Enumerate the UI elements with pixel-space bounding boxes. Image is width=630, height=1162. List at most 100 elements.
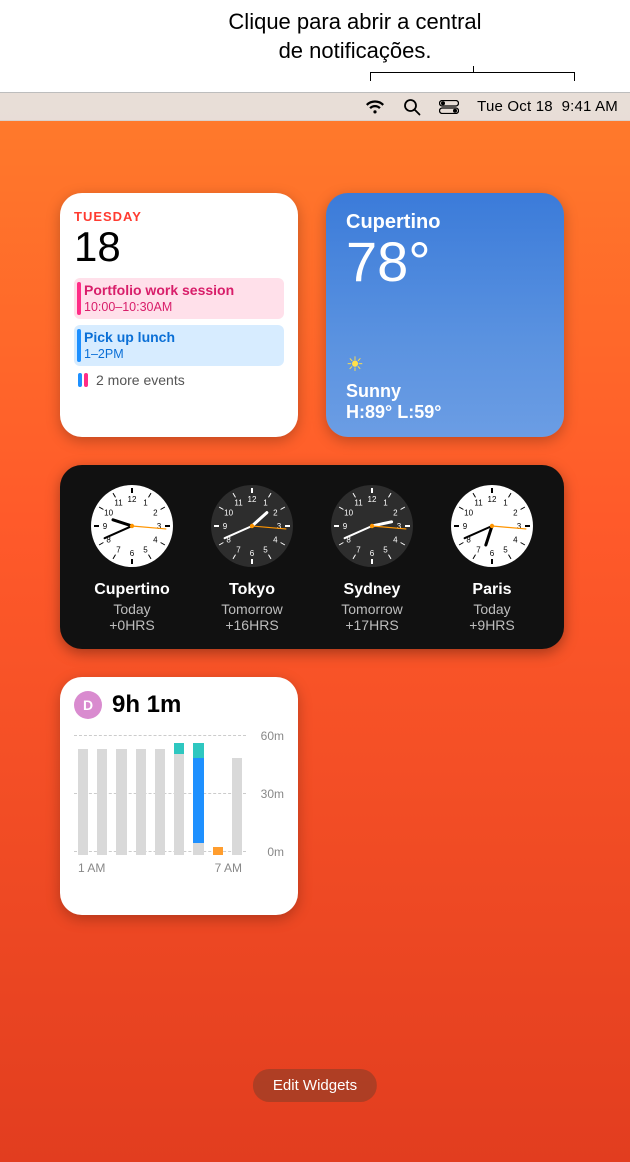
desktop-screen: Tue Oct 18 9:41 AM TUESDAY 18 Portfolio … (0, 92, 630, 1162)
calendar-event-time: 10:00–10:30AM (84, 300, 276, 316)
svg-text:2: 2 (393, 509, 398, 518)
svg-text:2: 2 (513, 509, 518, 518)
clock-face-icon: 123456789101112 (449, 483, 535, 569)
svg-text:9: 9 (463, 522, 468, 531)
svg-text:1: 1 (383, 499, 388, 508)
clock-city: Paris (472, 581, 511, 599)
clock-face-icon: 123456789101112 (209, 483, 295, 569)
screentime-bar (78, 749, 88, 855)
menubar-datetime[interactable]: Tue Oct 18 9:41 AM (477, 98, 618, 115)
calendar-dot-icon (78, 373, 82, 387)
weather-widget[interactable]: Cupertino 78° ☀︎ Sunny H:89° L:59° (326, 193, 564, 437)
calendar-more-dots (78, 373, 88, 387)
calendar-more-events[interactable]: 2 more events (74, 372, 284, 388)
svg-text:4: 4 (273, 536, 278, 545)
screentime-bar-segment (155, 749, 165, 855)
calendar-dayname: TUESDAY (74, 209, 284, 224)
calendar-event-time: 1–2PM (84, 347, 276, 363)
st-ytick-30: 30m (261, 787, 284, 801)
svg-text:7: 7 (116, 545, 121, 554)
svg-text:3: 3 (517, 522, 522, 531)
clock-when: Today (473, 601, 510, 617)
st-xtick-right: 7 AM (215, 861, 242, 875)
svg-text:3: 3 (397, 522, 402, 531)
svg-text:7: 7 (476, 545, 481, 554)
notification-center-widgets: TUESDAY 18 Portfolio work session10:00–1… (0, 141, 630, 1162)
screentime-bar-segment (213, 847, 223, 855)
clock-offset: +17HRS (345, 617, 398, 633)
sun-icon: ☀︎ (346, 352, 544, 377)
svg-text:10: 10 (344, 509, 353, 518)
annotation-line2: de notificações. (279, 38, 432, 63)
clock-face-icon: 123456789101112 (89, 483, 175, 569)
weather-hilo: H:89° L:59° (346, 402, 544, 423)
st-ytick-0: 0m (267, 845, 284, 859)
clock-city: Tokyo (229, 581, 275, 599)
svg-text:2: 2 (273, 509, 278, 518)
svg-text:7: 7 (356, 545, 361, 554)
svg-text:4: 4 (393, 536, 398, 545)
calendar-more-label: 2 more events (96, 372, 185, 388)
calendar-event-title: Portfolio work session (84, 282, 276, 300)
svg-text:12: 12 (488, 495, 497, 504)
clock-offset: +0HRS (109, 617, 155, 633)
calendar-event[interactable]: Pick up lunch1–2PM (74, 325, 284, 366)
world-clock-item[interactable]: 123456789101112 Sydney Tomorrow +17HRS (317, 483, 427, 633)
annotation-line1: Clique para abrir a central (228, 9, 481, 34)
screentime-bar-segment (193, 843, 203, 855)
menubar-time: 9:41 AM (562, 98, 618, 115)
svg-text:1: 1 (263, 499, 268, 508)
svg-text:9: 9 (103, 522, 108, 531)
svg-text:10: 10 (464, 509, 473, 518)
annotation-callout: Clique para abrir a central de notificaç… (0, 8, 630, 65)
screentime-bar-segment (193, 743, 203, 758)
svg-text:9: 9 (223, 522, 228, 531)
edit-widgets-button[interactable]: Edit Widgets (253, 1069, 377, 1102)
svg-text:5: 5 (503, 545, 508, 554)
screentime-bar (136, 749, 146, 855)
screentime-bar-segment (193, 758, 203, 843)
wifi-icon[interactable] (365, 99, 385, 115)
screentime-bar (174, 743, 184, 855)
calendar-event[interactable]: Portfolio work session10:00–10:30AM (74, 278, 284, 319)
svg-text:12: 12 (128, 495, 137, 504)
screentime-total: 9h 1m (112, 691, 181, 719)
svg-text:4: 4 (513, 536, 518, 545)
svg-text:6: 6 (130, 549, 135, 558)
svg-text:3: 3 (157, 522, 162, 531)
calendar-daynum: 18 (74, 226, 284, 268)
svg-text:1: 1 (503, 499, 508, 508)
world-clock-item[interactable]: 123456789101112 Paris Today +9HRS (437, 483, 547, 633)
svg-text:6: 6 (250, 549, 255, 558)
clock-when: Tomorrow (341, 601, 402, 617)
svg-text:9: 9 (343, 522, 348, 531)
svg-text:12: 12 (248, 495, 257, 504)
screentime-widget[interactable]: D 9h 1m 60m 30m 0m 1 AM 7 AM (60, 677, 298, 915)
clock-city: Sydney (344, 581, 401, 599)
world-clock-item[interactable]: 123456789101112 Tokyo Tomorrow +16HRS (197, 483, 307, 633)
menubar-date: Tue Oct 18 (477, 98, 553, 115)
control-center-icon[interactable] (439, 100, 459, 114)
svg-text:5: 5 (143, 545, 148, 554)
svg-text:11: 11 (234, 499, 243, 508)
calendar-widget[interactable]: TUESDAY 18 Portfolio work session10:00–1… (60, 193, 298, 437)
calendar-event-title: Pick up lunch (84, 329, 276, 347)
clock-offset: +9HRS (469, 617, 515, 633)
spotlight-search-icon[interactable] (403, 98, 421, 116)
weather-temperature: 78° (346, 234, 544, 290)
svg-text:10: 10 (104, 509, 113, 518)
world-clock-widget[interactable]: 123456789101112 Cupertino Today +0HRS 12… (60, 465, 564, 649)
clock-when: Today (113, 601, 150, 617)
screentime-bar-segment (174, 754, 184, 855)
annotation-bracket (370, 72, 575, 92)
world-clock-item[interactable]: 123456789101112 Cupertino Today +0HRS (77, 483, 187, 633)
screentime-bar-segment (78, 749, 88, 855)
svg-text:10: 10 (224, 509, 233, 518)
svg-text:5: 5 (263, 545, 268, 554)
screentime-avatar: D (74, 691, 102, 719)
screentime-bar (193, 743, 203, 855)
screentime-bar-segment (136, 749, 146, 855)
screentime-bar (116, 749, 126, 855)
svg-text:11: 11 (474, 499, 483, 508)
screentime-bar (155, 749, 165, 855)
